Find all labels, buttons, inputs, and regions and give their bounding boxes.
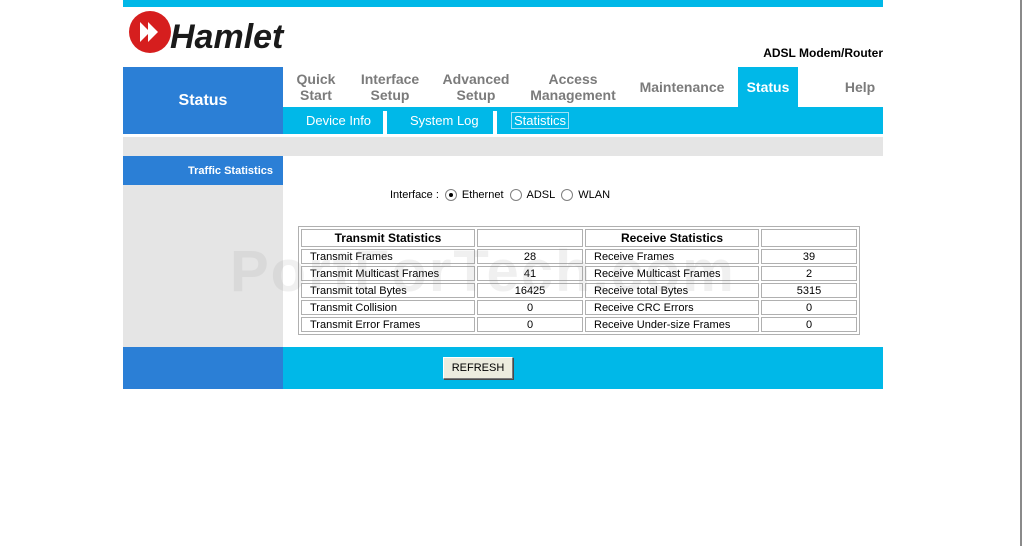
nav-access-management[interactable]: Access Management — [521, 67, 625, 107]
rx-value: 0 — [761, 317, 857, 332]
tx-label: Transmit total Bytes — [301, 283, 475, 298]
top-accent-strip — [123, 0, 883, 7]
main-nav: Quick Start Interface Setup Advanced Setup … — [283, 67, 883, 107]
rx-label: Receive total Bytes — [585, 283, 759, 298]
subnav-divider — [383, 111, 387, 134]
rx-label: Receive Frames — [585, 249, 759, 264]
rx-label: Receive Multicast Frames — [585, 266, 759, 281]
sub-nav: Device Info System Log Statistics — [283, 107, 883, 134]
product-name: ADSL Modem/Router — [763, 46, 883, 60]
interface-label: Interface : — [390, 189, 439, 201]
hamlet-logo: Hamlet — [126, 8, 326, 56]
table-header-row: Transmit Statistics Receive Statistics — [301, 229, 857, 247]
nav-maintenance[interactable]: Maintenance — [625, 67, 739, 107]
table-row: Transmit Error Frames 0 Receive Under-si… — [301, 317, 857, 332]
receive-value-header — [761, 229, 857, 247]
tx-label: Transmit Error Frames — [301, 317, 475, 332]
table-row: Transmit Multicast Frames 41 Receive Mul… — [301, 266, 857, 281]
table-row: Transmit total Bytes 16425 Receive total… — [301, 283, 857, 298]
nav-advanced-setup[interactable]: Advanced Setup — [431, 67, 521, 107]
tx-value: 0 — [477, 317, 583, 332]
tx-value: 0 — [477, 300, 583, 315]
interface-selector: Interface : Ethernet ADSL WLAN — [390, 189, 610, 201]
section-title: Status — [123, 67, 283, 134]
rx-label: Receive Under-size Frames — [585, 317, 759, 332]
tx-label: Transmit Frames — [301, 249, 475, 264]
rx-value: 39 — [761, 249, 857, 264]
footer-bar — [283, 347, 883, 389]
logo-wordmark: Hamlet — [170, 18, 285, 56]
nav-status[interactable]: Status — [738, 67, 798, 107]
radio-ethernet-label: Ethernet — [461, 189, 504, 201]
refresh-button[interactable]: REFRESH — [443, 357, 513, 379]
radio-adsl[interactable] — [509, 189, 522, 201]
subnav-statistics[interactable]: Statistics — [511, 107, 570, 134]
rx-label: Receive CRC Errors — [585, 300, 759, 315]
nav-help[interactable]: Help — [823, 67, 897, 107]
table-row: Transmit Frames 28 Receive Frames 39 — [301, 249, 857, 264]
tx-label: Transmit Multicast Frames — [301, 266, 475, 281]
subnav-system-log[interactable]: System Log — [410, 107, 479, 134]
radio-ethernet[interactable] — [444, 189, 457, 201]
traffic-statistics-label: Traffic Statistics — [123, 156, 283, 185]
rx-value: 5315 — [761, 283, 857, 298]
tx-label: Transmit Collision — [301, 300, 475, 315]
radio-adsl-label: ADSL — [526, 189, 556, 201]
radio-wlan-label: WLAN — [578, 189, 611, 201]
nav-quick-start[interactable]: Quick Start — [283, 67, 349, 107]
rx-value: 2 — [761, 266, 857, 281]
tx-value: 16425 — [477, 283, 583, 298]
subnav-divider — [493, 111, 497, 134]
tx-value: 28 — [477, 249, 583, 264]
tx-value: 41 — [477, 266, 583, 281]
transmit-value-header — [477, 229, 583, 247]
radio-wlan[interactable] — [561, 189, 574, 201]
transmit-header: Transmit Statistics — [301, 229, 475, 247]
subnav-device-info[interactable]: Device Info — [306, 107, 371, 134]
traffic-statistics-table: Transmit Statistics Receive Statistics T… — [298, 226, 860, 335]
separator-band — [123, 137, 883, 156]
table-row: Transmit Collision 0 Receive CRC Errors … — [301, 300, 857, 315]
nav-interface-setup[interactable]: Interface Setup — [349, 67, 431, 107]
receive-header: Receive Statistics — [585, 229, 759, 247]
footer-left-block — [123, 347, 283, 389]
rx-value: 0 — [761, 300, 857, 315]
